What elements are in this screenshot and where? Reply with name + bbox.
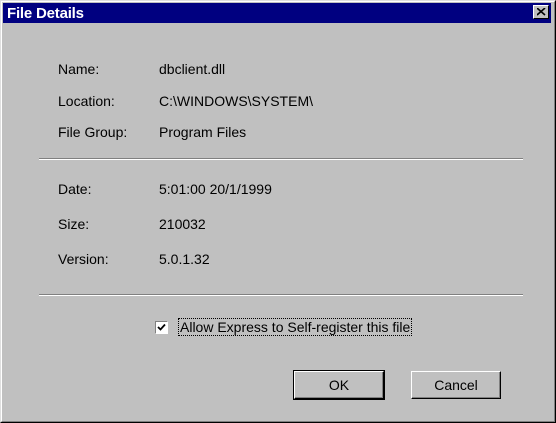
close-icon (537, 8, 546, 16)
location-label: Location: (58, 93, 115, 109)
date-label: Date: (58, 181, 92, 197)
size-label: Size: (58, 216, 90, 232)
checkmark-icon (157, 323, 166, 331)
date-value: 5:01:00 20/1/1999 (159, 181, 272, 197)
ok-button[interactable]: OK (293, 370, 385, 400)
separator-top (39, 158, 523, 160)
file-group-label: File Group: (58, 124, 128, 140)
cancel-button[interactable]: Cancel (411, 371, 501, 399)
size-value: 210032 (159, 216, 206, 232)
file-group-value: Program Files (159, 124, 247, 140)
self-register-checkbox[interactable] (155, 321, 168, 334)
self-register-label[interactable]: Allow Express to Self-register this file (177, 318, 413, 336)
separator-bottom (39, 294, 523, 296)
close-button[interactable] (533, 5, 549, 19)
version-value: 5.0.1.32 (159, 251, 210, 267)
file-details-dialog: File Details Name: dbclient.dll Location… (0, 0, 556, 423)
version-label: Version: (58, 251, 109, 267)
title-bar[interactable]: File Details (3, 3, 551, 23)
window-title: File Details (7, 5, 84, 22)
location-value: C:\WINDOWS\SYSTEM\ (159, 93, 313, 109)
name-value: dbclient.dll (159, 61, 226, 77)
name-label: Name: (58, 61, 100, 77)
